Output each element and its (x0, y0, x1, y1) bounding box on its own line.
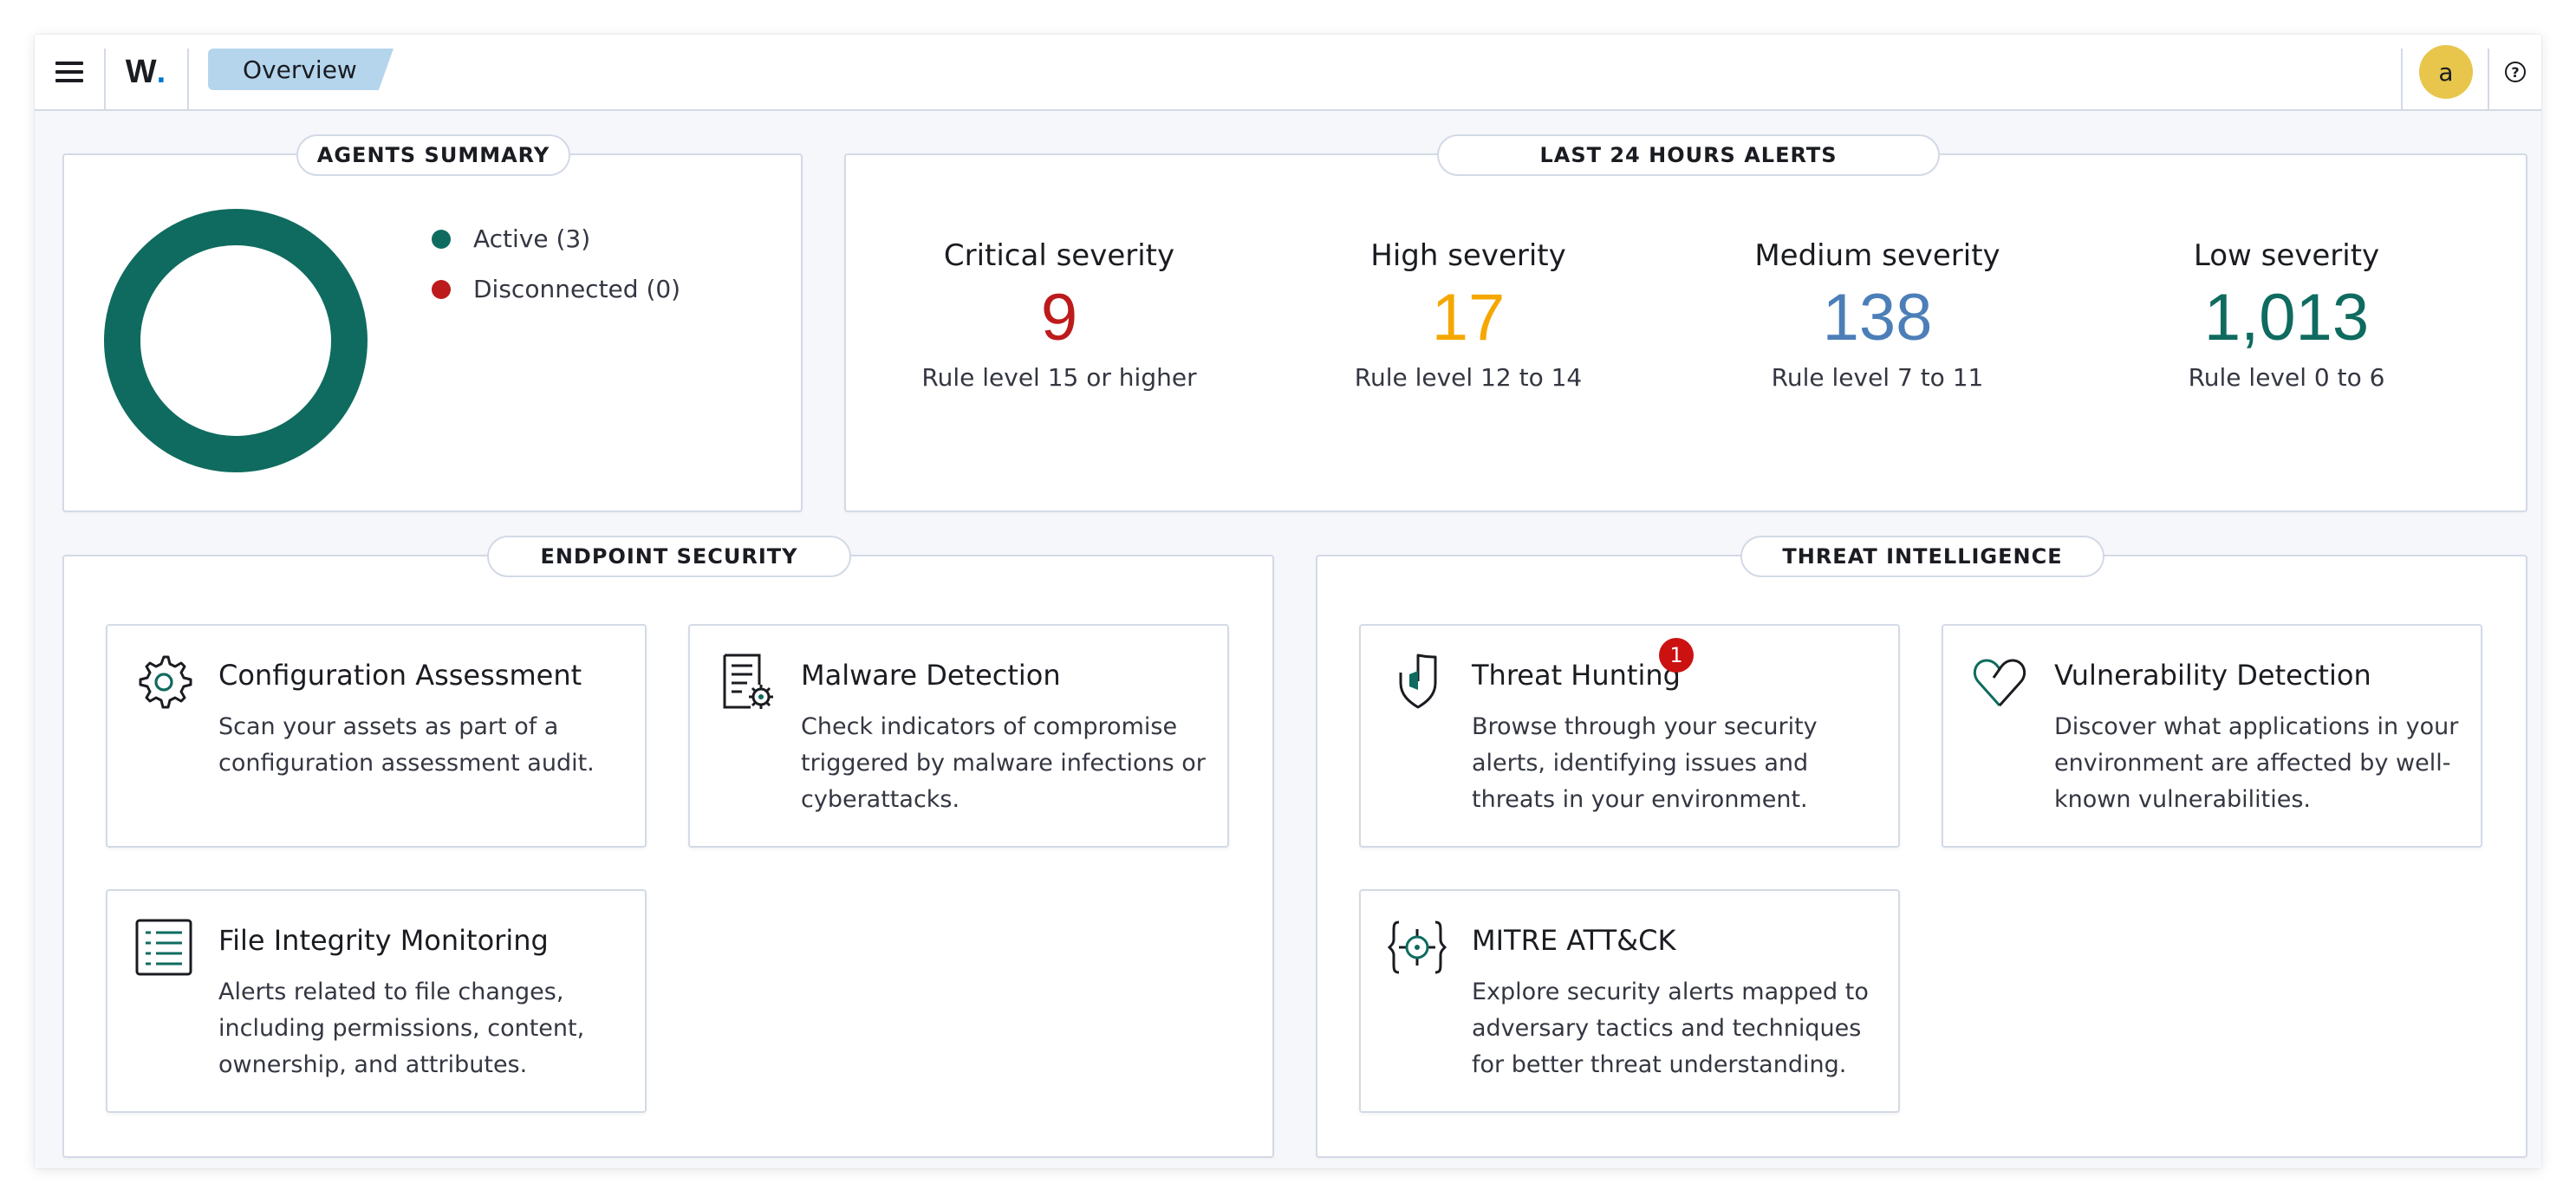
help-icon: ? (2505, 62, 2526, 82)
alert-sub: Rule level 15 or higher (921, 363, 1197, 392)
card-title: MITRE ATT&CK (1472, 924, 1676, 957)
agents-donut-chart[interactable] (104, 209, 368, 472)
legend-item-disconnected[interactable]: Disconnected (0) (432, 275, 680, 303)
alert-critical[interactable]: Critical severity 9 Rule level 15 or hig… (855, 238, 1264, 392)
alert-label: Critical severity (943, 238, 1175, 273)
logo-text: W (125, 53, 157, 90)
card-description: Discover what applications in your envir… (2054, 713, 2459, 813)
help-button[interactable]: ? (2489, 35, 2541, 109)
panel-title: THREAT INTELLIGENCE (1740, 536, 2104, 577)
document-gear-icon (723, 654, 773, 709)
legend-label: Active (3) (473, 224, 591, 253)
legend-dot-active (432, 229, 451, 249)
card-title: Threat Hunting (1472, 659, 1681, 692)
notification-badge[interactable]: 1 (1659, 638, 1694, 673)
alert-sub: Rule level 7 to 11 (1771, 363, 1984, 392)
alert-label: High severity (1370, 238, 1566, 273)
alert-label: Low severity (2193, 238, 2380, 273)
gear-icon (139, 655, 192, 709)
list-icon (135, 919, 192, 976)
donut-active-segment[interactable] (104, 209, 368, 472)
menu-button[interactable] (35, 35, 104, 109)
legend-label: Disconnected (0) (473, 275, 681, 303)
endpoint-security-panel: ENDPOINT SECURITY Configuration Assessme… (62, 536, 1274, 1158)
card-description: Check indicators of compromise triggered… (801, 713, 1206, 813)
app-window: W. Overview a ? AGENTS SUMMARY Active (3… (35, 35, 2541, 1168)
alert-value[interactable]: 17 (1264, 276, 1673, 360)
card-mitre-attack[interactable]: MITRE ATT&CK Explore security alerts map… (1359, 889, 1900, 1113)
breadcrumb-overview[interactable]: Overview (208, 49, 394, 90)
hamburger-icon (55, 62, 83, 82)
top-header: W. Overview a ? (35, 35, 2541, 111)
alert-label: Medium severity (1754, 238, 2000, 273)
card-threat-hunting[interactable]: Threat Hunting 1 Browse through your sec… (1359, 624, 1900, 848)
card-title: Vulnerability Detection (2054, 659, 2371, 692)
card-description: Explore security alerts mapped to advers… (1472, 979, 1869, 1078)
threat-intelligence-panel: THREAT INTELLIGENCE Threat Hunting 1 Bro… (1316, 536, 2527, 1158)
crosshair-icon (1387, 920, 1447, 974)
card-file-integrity-monitoring[interactable]: File Integrity Monitoring Alerts related… (106, 889, 647, 1113)
agents-summary-panel: AGENTS SUMMARY Active (3) Disconnected (… (62, 134, 803, 512)
panel-title: AGENTS SUMMARY (296, 134, 570, 176)
card-description: Browse through your security alerts, ide… (1472, 713, 1818, 813)
card-title: Configuration Assessment (218, 659, 582, 692)
card-description: Scan your assets as part of a configurat… (218, 713, 595, 777)
card-malware-detection[interactable]: Malware Detection Check indicators of co… (688, 624, 1229, 848)
logo[interactable]: W. (104, 35, 187, 109)
avatar: a (2419, 45, 2473, 99)
user-menu[interactable]: a (2403, 35, 2489, 109)
logo-dot: . (156, 53, 166, 90)
alert-sub: Rule level 0 to 6 (2188, 363, 2385, 392)
alert-high[interactable]: High severity 17 Rule level 12 to 14 (1264, 238, 1673, 392)
legend-dot-disconnected (432, 279, 451, 299)
alerts-panel: LAST 24 HOURS ALERTS Critical severity 9… (844, 134, 2527, 512)
card-title: Malware Detection (801, 659, 1061, 692)
alert-medium[interactable]: Medium severity 138 Rule level 7 to 11 (1673, 238, 2082, 392)
alert-low[interactable]: Low severity 1,013 Rule level 0 to 6 (2082, 238, 2491, 392)
legend-item-active[interactable]: Active (3) (432, 224, 590, 253)
alert-value[interactable]: 9 (855, 276, 1264, 360)
alert-value[interactable]: 138 (1673, 276, 2082, 360)
alert-value[interactable]: 1,013 (2082, 276, 2491, 360)
card-description: Alerts related to file changes, includin… (218, 979, 585, 1078)
alert-sub: Rule level 12 to 14 (1354, 363, 1583, 392)
panel-title: ENDPOINT SECURITY (487, 536, 851, 577)
card-vulnerability-detection[interactable]: Vulnerability Detection Discover what ap… (1942, 624, 2482, 848)
header-divider (187, 49, 189, 109)
card-title: File Integrity Monitoring (218, 924, 549, 957)
heart-icon (1973, 659, 2026, 706)
card-configuration-assessment[interactable]: Configuration Assessment Scan your asset… (106, 624, 647, 848)
panel-title: LAST 24 HOURS ALERTS (1437, 134, 1940, 176)
shield-icon (1399, 654, 1437, 709)
